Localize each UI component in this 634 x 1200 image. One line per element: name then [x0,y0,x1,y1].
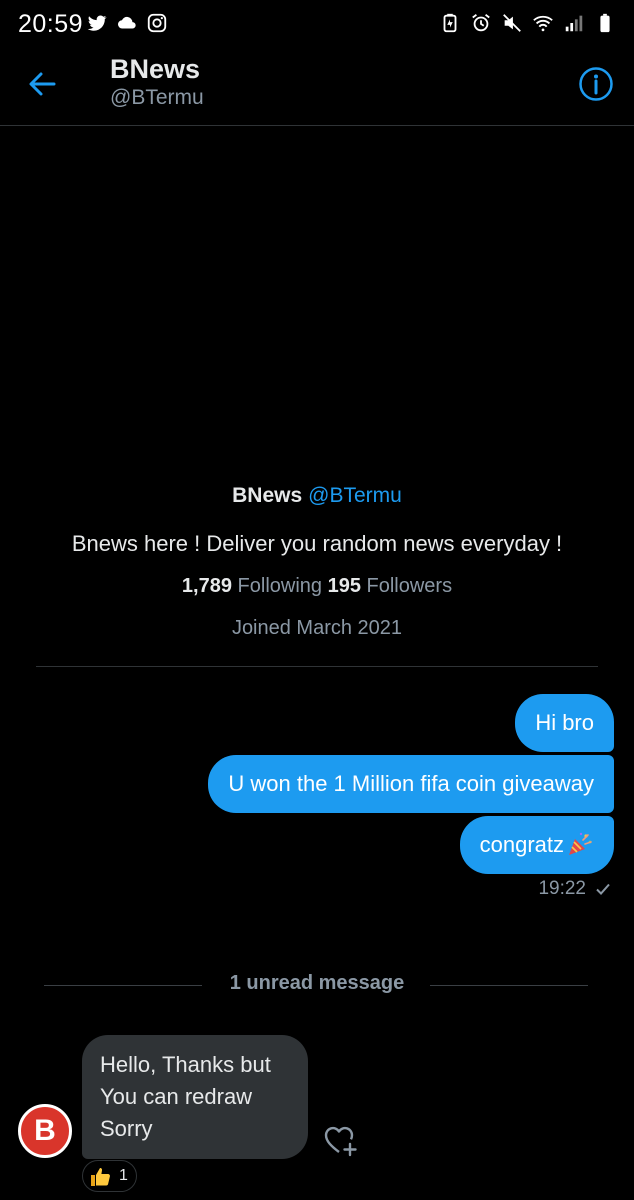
avatar[interactable]: B [18,1104,72,1158]
reaction-badge[interactable]: 1 [82,1160,137,1192]
twitter-icon [87,15,107,31]
followers-count: 195 [327,575,361,597]
conversation-header: BNews @BTermu [0,48,634,126]
outgoing-message[interactable]: congratz [459,816,614,874]
instagram-icon [147,13,167,33]
message-line: Sorry [100,1116,153,1141]
outgoing-message[interactable]: Hi bro [515,694,614,752]
profile-name-line: BNews @BTermu [0,478,634,514]
profile-handle[interactable]: @BTermu [308,484,402,507]
sent-check-icon [596,883,610,895]
following-stat[interactable]: 1,789 Following [182,575,322,597]
timestamp-text: 19:22 [538,878,586,899]
following-label: Following [237,575,323,597]
following-count: 1,789 [181,575,232,597]
signal-icon [565,15,583,32]
info-icon[interactable] [578,66,614,102]
outgoing-message[interactable]: U won the 1 Million fifa coin giveaway [208,755,614,813]
divider [36,666,598,667]
message-line: Hello, Thanks but [100,1052,271,1077]
message-text: Hi bro [535,710,594,735]
profile-stats: 1,789 Following 195 Followers [0,568,634,604]
followers-label: Followers [366,575,453,597]
status-bar: 20:59 [0,0,634,48]
message-timestamp: 19:22 [538,878,612,900]
dm-conversation-screen: 20:59 BNews @BTermu BNews @BTermu Bnews h… [0,0,634,1200]
battery-saver-icon [443,13,457,33]
message-line: You can redraw [100,1084,253,1109]
incoming-message[interactable]: Hello, Thanks but You can redraw Sorry [82,1035,308,1159]
battery-icon [600,13,610,33]
unread-label: 1 unread message [229,972,405,994]
back-arrow-icon[interactable] [22,64,62,104]
message-text: U won the 1 Million fifa coin giveaway [228,771,594,796]
status-time: 20:59 [18,10,84,38]
followers-stat[interactable]: 195 Followers [328,575,453,597]
mute-icon [503,14,521,32]
reaction-count: 1 [119,1167,128,1184]
wifi-icon [533,15,553,32]
profile-summary: BNews @BTermu Bnews here ! Deliver you ra… [0,478,634,646]
header-handle: @BTermu [110,86,204,109]
alarm-icon [472,14,490,32]
profile-bio: Bnews here ! Deliver you random news eve… [71,531,563,556]
party-popper-icon [569,832,592,855]
header-title: BNews [110,54,201,84]
message-text: congratz [479,832,564,857]
unread-divider: 1 unread message [0,966,634,1006]
profile-name[interactable]: BNews [232,484,302,507]
thumbs-up-icon [91,1168,110,1186]
add-reaction-icon[interactable] [322,1122,360,1158]
profile-joined-date: Joined March 2021 [231,617,403,639]
cloud-icon [118,16,136,29]
divider-line [430,985,588,986]
avatar-letter: B [34,1114,56,1147]
